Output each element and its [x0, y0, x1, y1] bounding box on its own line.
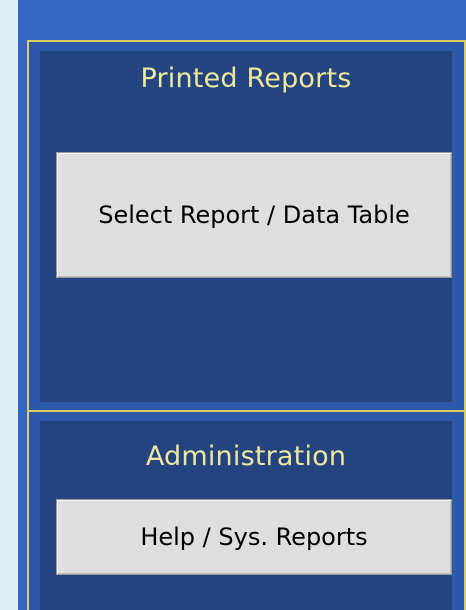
- printed-reports-section: Printed Reports Select Report / Data Tab…: [27, 40, 466, 412]
- administration-title: Administration: [145, 441, 347, 472]
- printed-reports-panel: Printed Reports Select Report / Data Tab…: [40, 51, 452, 402]
- administration-panel: Administration Help / Sys. Reports: [40, 421, 452, 610]
- help-sys-reports-button[interactable]: Help / Sys. Reports: [56, 499, 452, 575]
- printed-reports-title: Printed Reports: [140, 63, 352, 94]
- select-report-data-table-button[interactable]: Select Report / Data Table: [56, 152, 452, 278]
- administration-section: Administration Help / Sys. Reports: [27, 410, 466, 610]
